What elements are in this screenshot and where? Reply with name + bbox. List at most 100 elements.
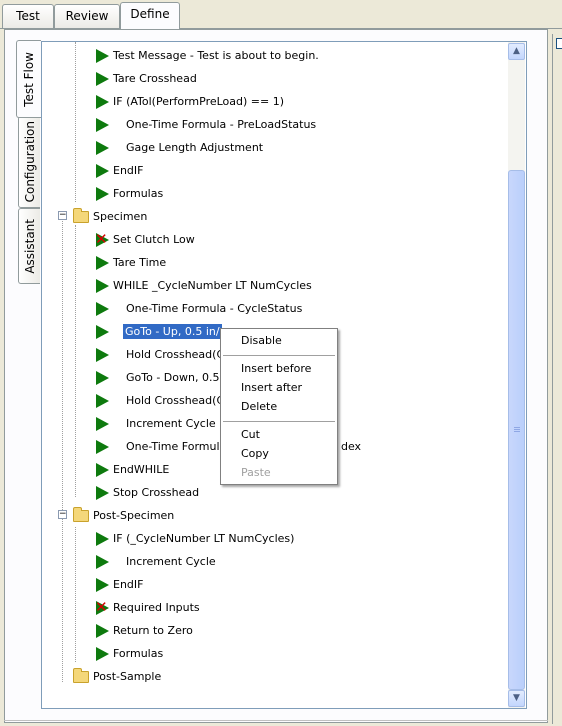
tree-item-label: One-Time Formula - CycleStatus	[126, 302, 303, 315]
side-tab-assistant[interactable]: Assistant	[18, 208, 40, 284]
folder-icon	[73, 506, 89, 522]
tree-item[interactable]: Set Clutch Low	[95, 229, 195, 250]
tree-item-label: Gage Length Adjustment	[126, 141, 264, 154]
side-tab-configuration[interactable]: Configuration	[18, 116, 40, 208]
grip-line	[514, 431, 520, 432]
tree-item[interactable]: EndIF	[96, 574, 143, 595]
tree-folder-label: Post-Sample	[93, 670, 162, 683]
tree-item[interactable]: Test Message - Test is about to begin.	[96, 45, 319, 66]
action-icon	[96, 439, 109, 454]
collapse-toggle[interactable]: −	[58, 510, 67, 519]
tree-folder[interactable]: Post-Specimen	[73, 505, 174, 526]
tree-item[interactable]: Hold Crosshead(C	[96, 390, 224, 411]
right-pane-border	[552, 34, 553, 724]
tree-folder-label: Post-Specimen	[93, 509, 175, 522]
tree-item[interactable]: Return to Zero	[96, 620, 193, 641]
tree-item[interactable]: GoTo - Down, 0.5	[96, 367, 219, 388]
action-icon	[96, 301, 109, 316]
tree-item-label: Tare Time	[113, 256, 167, 269]
side-tab-test-flow[interactable]: Test Flow	[16, 40, 41, 118]
tree-item[interactable]: Increment Cycle	[96, 551, 216, 572]
menu-item-disable[interactable]: Disable	[241, 332, 282, 350]
scroll-thumb[interactable]	[508, 170, 525, 690]
tree-item-selected[interactable]: GoTo - Up, 0.5 in/	[96, 321, 222, 342]
tree-item-label: Hold Crosshead(C	[126, 394, 225, 407]
folder-icon	[73, 207, 89, 223]
action-icon	[96, 278, 109, 293]
tree-item[interactable]: EndWHILE	[96, 459, 169, 480]
menu-separator	[223, 355, 335, 356]
menu-separator	[223, 421, 335, 422]
tree-item-label-fragment: dex	[341, 440, 362, 453]
tree-item-label: IF (ATol(PerformPreLoad) == 1)	[113, 95, 285, 108]
menu-item-copy[interactable]: Copy	[241, 445, 269, 463]
tree-item-label: EndIF	[113, 164, 144, 177]
action-icon	[96, 485, 109, 500]
grip-line	[514, 429, 520, 430]
tree-folder-label: Specimen	[93, 210, 148, 223]
action-icon	[96, 94, 109, 109]
menu-item-delete[interactable]: Delete	[241, 398, 277, 416]
tree-item[interactable]: Hold Crosshead(C	[96, 344, 224, 365]
tree-item[interactable]: IF (ATol(PerformPreLoad) == 1)	[96, 91, 284, 112]
tree-item[interactable]: EndIF	[96, 160, 143, 181]
tree-item-label: Test Message - Test is about to begin.	[113, 49, 319, 62]
scroll-down-button[interactable]: ▼	[508, 690, 525, 707]
menu-item-cut[interactable]: Cut	[241, 426, 260, 444]
side-tab-label: Configuration	[22, 121, 37, 203]
tree-item[interactable]: Tare Crosshead	[96, 68, 197, 89]
tree-item[interactable]: Formulas	[96, 643, 163, 664]
action-icon	[96, 71, 109, 86]
action-icon	[96, 370, 109, 385]
tree-item[interactable]: One-Time Formula - PreLoadStatus	[96, 114, 316, 135]
tree-folder[interactable]: Post-Sample	[73, 666, 161, 687]
tree-item[interactable]: WHILE _CycleNumber LT NumCycles	[96, 275, 312, 296]
scroll-up-button[interactable]: ▲	[508, 43, 525, 60]
right-pane-checkbox[interactable]	[556, 38, 562, 49]
tree-item[interactable]: Formulas	[96, 183, 163, 204]
context-menu: Disable Insert before Insert after Delet…	[220, 328, 338, 485]
tree-item-label: Set Clutch Low	[113, 233, 195, 246]
tree-item[interactable]: One-Time Formula	[96, 436, 226, 457]
action-icon	[96, 531, 109, 546]
action-icon	[96, 347, 109, 362]
tree-item-label: WHILE _CycleNumber LT NumCycles	[113, 279, 312, 292]
tree-scrollbar[interactable]: ▲ ▼	[508, 42, 525, 708]
menu-item-insert-after[interactable]: Insert after	[241, 379, 302, 397]
tree-item[interactable]: Increment Cycle	[96, 413, 216, 434]
disabled-action-icon	[95, 599, 109, 615]
menu-item-insert-before[interactable]: Insert before	[241, 360, 311, 378]
tree-item[interactable]: Tare Time	[96, 252, 166, 273]
action-icon	[96, 393, 109, 408]
tree-connector	[75, 527, 76, 662]
tree-item-label: EndIF	[113, 578, 144, 591]
tree-item[interactable]: Required Inputs	[95, 597, 200, 618]
tab-test[interactable]: Test	[2, 4, 54, 28]
tree-item-label: Stop Crosshead	[113, 486, 200, 499]
action-icon	[96, 117, 109, 132]
tree-item-label: Return to Zero	[113, 624, 193, 637]
collapse-toggle[interactable]: −	[58, 211, 67, 220]
tree-item-label: EndWHILE	[113, 463, 170, 476]
tree-item[interactable]: One-Time Formula - CycleStatus	[96, 298, 302, 319]
action-icon	[96, 140, 109, 155]
side-tab-label: Test Flow	[22, 51, 36, 107]
tree-item[interactable]: Stop Crosshead	[96, 482, 199, 503]
tree-item-label: GoTo - Down, 0.5	[126, 371, 220, 384]
tree-item-label: GoTo - Up, 0.5 in/	[123, 324, 222, 339]
tree-folder[interactable]: Specimen	[73, 206, 147, 227]
tree-item[interactable]: Gage Length Adjustment	[96, 137, 263, 158]
tree-item-label: Increment Cycle	[126, 417, 216, 430]
action-icon	[96, 48, 109, 63]
action-icon	[96, 623, 109, 638]
action-icon	[96, 163, 109, 178]
tree-item-label: Formulas	[113, 647, 164, 660]
tab-define[interactable]: Define	[120, 2, 180, 29]
action-icon	[96, 577, 109, 592]
menu-item-paste: Paste	[241, 466, 271, 479]
tree-item-label: Formulas	[113, 187, 164, 200]
tab-review[interactable]: Review	[54, 4, 120, 28]
panel-bottom-border	[4, 720, 548, 721]
action-icon	[96, 255, 109, 270]
tree-item[interactable]: IF (_CycleNumber LT NumCycles)	[96, 528, 294, 549]
